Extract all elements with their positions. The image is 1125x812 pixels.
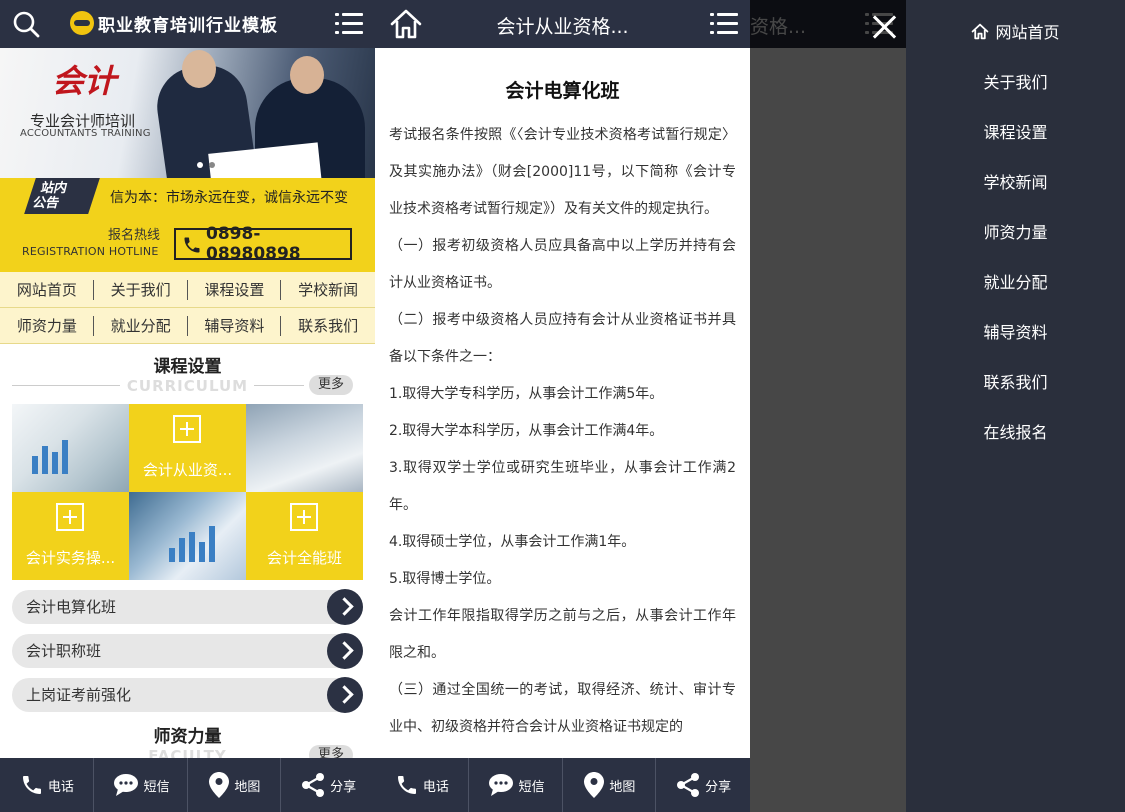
article-paragraph: 会计工作年限指取得学历之前与之后，从事会计工作年限之和。	[389, 608, 736, 661]
bottom-toolbar: 电话 短信 地图 分享	[375, 758, 750, 812]
chevron-right-icon[interactable]	[327, 677, 363, 713]
share-button[interactable]: 分享	[281, 758, 375, 812]
map-pin-icon	[584, 772, 605, 798]
nav-item[interactable]: 关于我们	[93, 272, 188, 308]
sms-button[interactable]: 短信	[469, 758, 563, 812]
chat-icon	[113, 774, 138, 796]
article-title: 会计电算化班	[505, 80, 620, 102]
notice-bar: 站内 公告 信为本：市场永远在变，诚信永远不变	[0, 178, 375, 214]
hero-banner[interactable]: 会计 专业会计师培训 ACCOUNTANTS TRAINING	[0, 48, 375, 178]
article-paragraph: （三）通过全国统一的考试，取得经济、统计、审计专业中、初级资格并符合会计从业资格…	[389, 682, 736, 735]
course-tile-image[interactable]	[129, 492, 246, 580]
logo-icon	[70, 11, 94, 35]
phone-icon	[184, 237, 200, 253]
article-paragraph: （二）报考中级资格人员应持有会计从业资格证书并具备以下条件之一：	[389, 312, 736, 365]
article-header: 会计从业资格...	[375, 0, 750, 48]
course-tile[interactable]: 会计从业资...	[129, 404, 246, 492]
curriculum-more-button[interactable]: 更多	[309, 375, 353, 395]
menu-icon[interactable]	[710, 13, 738, 35]
article-paragraph: 1.取得大学专科学历，从事会计工作满5年。	[389, 386, 664, 402]
course-tile[interactable]: 会计实务操...	[12, 492, 129, 580]
hotline-label: 报名热线	[108, 228, 161, 243]
menu-item-about[interactable]: 关于我们	[906, 56, 1125, 106]
home-nav-grid: 网站首页 关于我们 课程设置 学校新闻 师资力量 就业分配 辅导资料 联系我们	[0, 272, 375, 344]
course-list-item[interactable]: 会计电算化班	[12, 589, 363, 625]
menu-item-news[interactable]: 学校新闻	[906, 156, 1125, 206]
nav-item[interactable]: 学校新闻	[281, 272, 375, 308]
article-paragraph: （一）报考初级资格人员应具备高中以上学历并持有会计从业资格证书。	[389, 238, 736, 291]
menu-item-enroll[interactable]: 在线报名	[906, 406, 1125, 456]
article-paragraph: 3.取得双学士学位或研究生班毕业，从事会计工作满2年。	[389, 460, 736, 513]
sms-button[interactable]: 短信	[94, 758, 188, 812]
home-icon	[972, 23, 989, 39]
nav-item[interactable]: 网站首页	[0, 272, 94, 308]
plus-icon	[56, 503, 84, 531]
article-paragraph: 2.取得大学本科学历，从事会计工作满4年。	[389, 423, 664, 439]
nav-item[interactable]: 课程设置	[187, 272, 282, 308]
call-button[interactable]: 电话	[375, 758, 469, 812]
home-page: 职业教育培训行业模板 会计 专业会计师培训 ACCOUNTANTS TRAINI…	[0, 0, 375, 812]
menu-item-contact[interactable]: 联系我们	[906, 356, 1125, 406]
call-button[interactable]: 电话	[0, 758, 94, 812]
chevron-right-icon[interactable]	[327, 589, 363, 625]
course-tiles: 会计从业资... 会计实务操... 会计全能班	[12, 404, 363, 580]
menu-item-courses[interactable]: 课程设置	[906, 106, 1125, 156]
chevron-right-icon[interactable]	[327, 633, 363, 669]
menu-item-home[interactable]: 网站首页	[906, 6, 1125, 56]
course-tile-image[interactable]	[246, 404, 363, 492]
phone-icon	[22, 776, 41, 794]
notice-text[interactable]: 信为本：市场永远在变，诚信永远不变	[110, 187, 360, 207]
share-button[interactable]: 分享	[656, 758, 750, 812]
article-paragraph: 考试报名条件按照《〈会计专业技术资格考试暂行规定〉及其实施办法》（财会[2000…	[389, 127, 736, 217]
menu-item-employment[interactable]: 就业分配	[906, 256, 1125, 306]
side-menu: 网站首页 关于我们 课程设置 学校新闻 师资力量 就业分配 辅导资料 联系我们 …	[906, 0, 1125, 812]
article-paragraph: 5.取得博士学位。	[389, 571, 501, 587]
map-button[interactable]: 地图	[188, 758, 282, 812]
nav-item[interactable]: 辅导资料	[187, 308, 282, 344]
banner-subtitle-en: ACCOUNTANTS TRAINING	[20, 128, 151, 139]
plus-icon	[173, 415, 201, 443]
curriculum-section-title: 课程设置 CURRICULUM 更多	[0, 344, 375, 398]
article-header-title: 会计从业资格...	[496, 16, 629, 38]
plus-icon	[290, 503, 318, 531]
course-tile-image[interactable]	[12, 404, 129, 492]
hotline-block: 报名热线 REGISTRATION HOTLINE 0898-08980898	[0, 214, 375, 272]
map-pin-icon	[209, 772, 230, 798]
overlay-scrim[interactable]	[750, 0, 906, 812]
article-page: 会计从业资格... 会计电算化班 考试报名条件按照《〈会计专业技术资格考试暂行规…	[375, 0, 750, 812]
phone-icon	[397, 776, 416, 794]
course-list-item[interactable]: 会计职称班	[12, 633, 363, 669]
site-logo[interactable]: 职业教育培训行业模板	[70, 11, 278, 36]
bottom-toolbar: 电话 短信 地图 分享	[0, 758, 375, 812]
hotline-label-en: REGISTRATION HOTLINE	[22, 245, 159, 258]
menu-item-faculty[interactable]: 师资力量	[906, 206, 1125, 256]
notice-badge: 站内 公告	[0, 178, 100, 214]
hotline-phone[interactable]: 0898-08980898	[174, 224, 352, 264]
article-paragraph: 4.取得硕士学位，从事会计工作满1年。	[389, 534, 636, 550]
banner-title: 会计	[52, 62, 117, 100]
menu-item-materials[interactable]: 辅导资料	[906, 306, 1125, 356]
share-icon	[302, 773, 325, 797]
chat-icon	[488, 774, 513, 796]
logo-text: 职业教育培训行业模板	[98, 15, 278, 36]
article-body: 会计电算化班 考试报名条件按照《〈会计专业技术资格考试暂行规定〉及其实施办法》（…	[375, 48, 750, 746]
search-icon[interactable]	[12, 10, 40, 38]
map-button[interactable]: 地图	[563, 758, 657, 812]
nav-item[interactable]: 就业分配	[93, 308, 188, 344]
close-icon[interactable]	[872, 14, 898, 40]
course-tile[interactable]: 会计全能班	[246, 492, 363, 580]
nav-item[interactable]: 联系我们	[281, 308, 375, 344]
share-icon	[677, 773, 700, 797]
course-list-item[interactable]: 上岗证考前强化	[12, 677, 363, 713]
home-icon[interactable]	[389, 8, 423, 40]
menu-icon[interactable]	[335, 13, 363, 35]
home-header: 职业教育培训行业模板	[0, 0, 375, 48]
nav-item[interactable]: 师资力量	[0, 308, 94, 344]
